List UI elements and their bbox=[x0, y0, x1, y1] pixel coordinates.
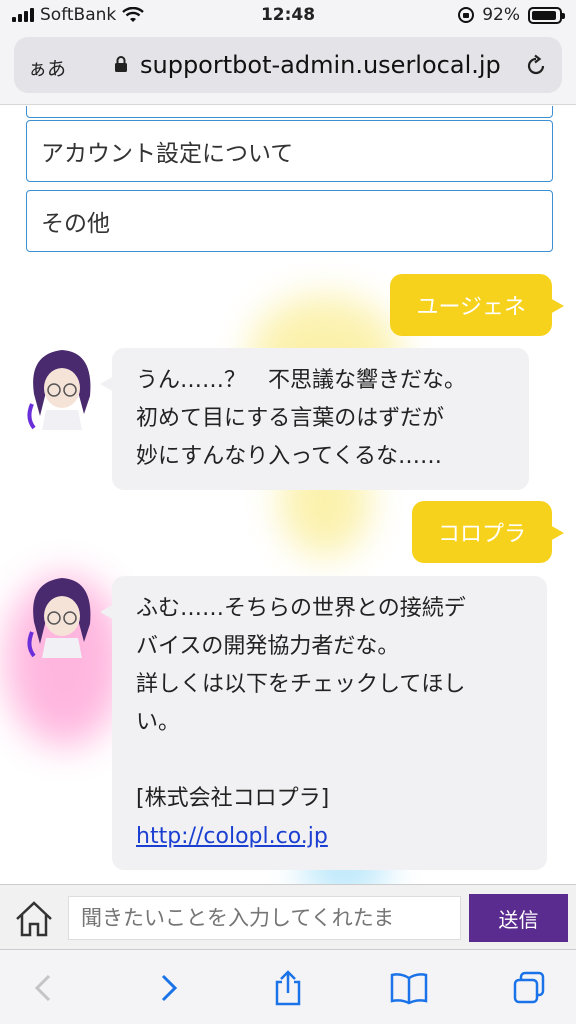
status-bar: SoftBank 12:48 92% bbox=[0, 0, 576, 32]
bot-message-line: い。 bbox=[136, 710, 181, 735]
bookmarks-icon[interactable] bbox=[389, 970, 429, 1006]
user-message: コロプラ bbox=[411, 501, 565, 563]
bot-message-line: バイスの開発協力者だな。 bbox=[136, 634, 400, 659]
bot-message-line: うん……？ 不思議な響きだな。 bbox=[136, 368, 467, 393]
company-link[interactable]: http://colopl.co.jp bbox=[136, 818, 523, 856]
home-icon[interactable] bbox=[14, 899, 54, 939]
company-name: [株式会社コロプラ] bbox=[136, 786, 330, 811]
reload-icon[interactable] bbox=[524, 54, 548, 78]
orientation-lock-icon bbox=[458, 7, 475, 23]
send-button[interactable]: 送信 bbox=[469, 894, 568, 942]
bot-message-line: ふむ……そちらの世界との接続デ bbox=[136, 596, 466, 621]
battery-percent: 92% bbox=[482, 5, 520, 25]
chat-area[interactable]: アカウント設定について その他 ユージェネ うん……？ 不思議な響きだな。 初め… bbox=[0, 106, 576, 884]
reader-settings-button[interactable]: ぁあ bbox=[28, 54, 66, 81]
browser-address-area: ぁあ supportbot-admin.userlocal.jp bbox=[0, 32, 576, 105]
bot-message-line: 初めて目にする言葉のはずだが bbox=[136, 406, 445, 431]
message-input[interactable] bbox=[68, 896, 461, 940]
choice-button-other[interactable]: その他 bbox=[26, 190, 553, 252]
bot-avatar bbox=[27, 578, 91, 658]
back-icon[interactable] bbox=[26, 970, 62, 1006]
send-button-label: 送信 bbox=[498, 907, 539, 932]
share-icon[interactable] bbox=[270, 970, 306, 1006]
url-text: supportbot-admin.userlocal.jp bbox=[140, 51, 501, 79]
bot-message-line: 詳しくは以下をチェックしてほし bbox=[136, 672, 466, 697]
browser-toolbar bbox=[0, 950, 576, 1024]
forward-icon[interactable] bbox=[150, 970, 186, 1006]
bot-message-line: 妙にすんなり入ってくるな…… bbox=[136, 444, 443, 469]
bot-message: うん……？ 不思議な響きだな。 初めて目にする言葉のはずだが 妙にすんなり入って… bbox=[100, 348, 529, 490]
padlock-icon bbox=[115, 56, 127, 72]
address-bar[interactable]: ぁあ supportbot-admin.userlocal.jp bbox=[14, 37, 562, 93]
tabs-icon[interactable] bbox=[511, 970, 547, 1006]
bot-avatar bbox=[27, 350, 91, 430]
status-right: 92% bbox=[458, 5, 565, 25]
battery-icon bbox=[528, 6, 565, 24]
choice-button-account-settings[interactable]: アカウント設定について bbox=[26, 120, 553, 182]
user-message: ユージェネ bbox=[390, 274, 564, 336]
choice-label: その他 bbox=[41, 211, 110, 237]
chat-input-bar: 送信 bbox=[0, 884, 576, 950]
choice-button-partial[interactable] bbox=[26, 106, 553, 118]
user-message-text: ユージェネ bbox=[416, 295, 526, 320]
user-message-text: コロプラ bbox=[437, 522, 526, 547]
bot-message: ふむ……そちらの世界との接続デ バイスの開発協力者だな。 詳しくは以下をチェック… bbox=[100, 576, 547, 870]
choice-label: アカウント設定について bbox=[41, 141, 294, 167]
